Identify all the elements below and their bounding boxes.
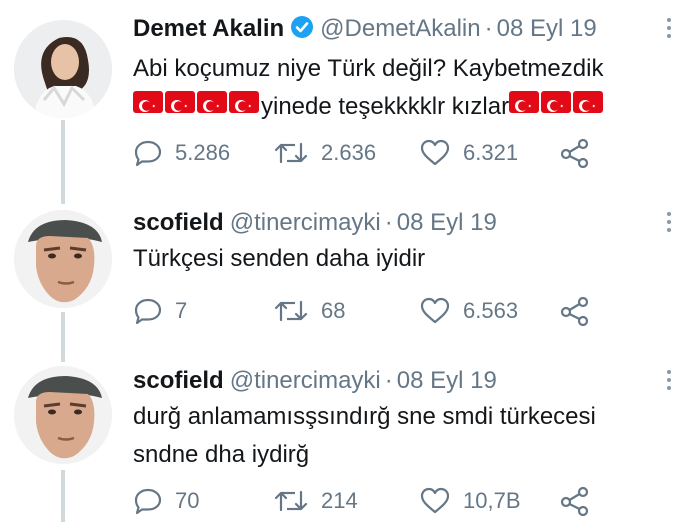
- share-icon: [559, 296, 591, 326]
- reply-button[interactable]: 70: [133, 484, 199, 518]
- separator: ·: [484, 15, 493, 42]
- tweet-actions: 7 68 6.563: [133, 294, 613, 328]
- display-name[interactable]: Demet Akalin: [133, 15, 284, 42]
- retweet-icon: [273, 486, 309, 516]
- tweet-text-line: Türkçesi senden daha iyidir: [133, 245, 426, 272]
- like-button[interactable]: 6.563: [419, 294, 518, 328]
- tweet-text-line: yinede teşekkkklr kızlar: [133, 88, 673, 126]
- retweet-count: 2.636: [321, 140, 377, 165]
- verified-badge-icon: [290, 15, 314, 49]
- turkish-flag-icon: [573, 91, 604, 113]
- like-count: 10,7B: [463, 488, 521, 513]
- like-count: 6.563: [463, 298, 519, 323]
- retweet-count: 68: [321, 298, 346, 323]
- display-name[interactable]: scofield: [133, 367, 224, 394]
- tweet-header: scofield @tinercimayki · 08 Eyl 19: [133, 364, 497, 398]
- tweet-text-fragment: yinede teşekkkklr kızlar: [261, 93, 510, 120]
- like-count: 6.321: [463, 140, 519, 165]
- like-icon: [419, 138, 451, 168]
- separator: ·: [384, 367, 393, 394]
- tweet-header: Demet Akalin @DemetAkalin · 08 Eyl 19: [133, 12, 597, 46]
- more-icon[interactable]: [666, 370, 672, 394]
- tweet-text: Türkçesi senden daha iyidir: [133, 240, 673, 278]
- turkish-flag-icon: [541, 91, 572, 113]
- like-icon: [419, 486, 451, 516]
- display-name[interactable]: scofield: [133, 209, 224, 236]
- share-button[interactable]: [559, 136, 591, 170]
- reply-icon: [133, 486, 163, 516]
- tweet-thread: Demet Akalin @DemetAkalin · 08 Eyl 19 Abi k…: [0, 0, 700, 522]
- turkish-flag-icon: [229, 91, 259, 113]
- share-icon: [559, 486, 591, 516]
- avatar[interactable]: [14, 366, 112, 464]
- like-icon: [419, 296, 451, 326]
- like-button[interactable]: 6.321: [419, 136, 518, 170]
- avatar[interactable]: [14, 210, 112, 308]
- tweet-text-line: sndne dha iydirğ: [133, 441, 310, 468]
- retweet-button[interactable]: 68: [273, 294, 345, 328]
- tweet-date[interactable]: 08 Eyl 19: [497, 15, 597, 42]
- tweet-text: durğ anlamamısşsındırğ sne smdi türkeces…: [133, 398, 673, 474]
- tweet-actions: 5.286 2.636 6.321: [133, 136, 613, 170]
- retweet-count: 214: [321, 488, 358, 513]
- like-button[interactable]: 10,7B: [419, 484, 521, 518]
- tweet-actions: 70 214 10,7B: [133, 484, 613, 518]
- reply-count: 70: [175, 488, 200, 513]
- retweet-icon: [273, 138, 309, 168]
- tweet-text-line: durğ anlamamısşsındırğ sne smdi türkeces…: [133, 403, 596, 430]
- retweet-icon: [273, 296, 309, 326]
- turkish-flag-icon: [509, 91, 540, 113]
- reply-icon: [133, 296, 163, 326]
- user-handle[interactable]: @DemetAkalin: [320, 15, 480, 42]
- tweet-header: scofield @tinercimayki · 08 Eyl 19: [133, 206, 497, 240]
- share-button[interactable]: [559, 484, 591, 518]
- separator: ·: [384, 209, 393, 236]
- tweet-date[interactable]: 08 Eyl 19: [397, 367, 497, 394]
- turkish-flag-icon: [197, 91, 227, 113]
- reply-icon: [133, 138, 163, 168]
- share-icon: [559, 138, 591, 168]
- tweet-text: Abi koçumuz niye Türk değil? Kaybetmezdi…: [133, 50, 673, 126]
- reply-count: 5.286: [175, 140, 231, 165]
- reply-count: 7: [175, 298, 188, 323]
- user-handle[interactable]: @tinercimayki: [230, 367, 381, 394]
- retweet-button[interactable]: 2.636: [273, 136, 376, 170]
- more-icon[interactable]: [666, 212, 672, 236]
- retweet-button[interactable]: 214: [273, 484, 358, 518]
- turkish-flag-icon: [165, 91, 195, 113]
- turkish-flag-icon: [133, 91, 163, 113]
- tweet-text-line: Abi koçumuz niye Türk değil? Kaybetmezdi…: [133, 55, 604, 82]
- tweet[interactable]: scofield @tinercimayki · 08 Eyl 19 durğ anl…: [0, 356, 700, 522]
- avatar[interactable]: [14, 20, 112, 118]
- reply-button[interactable]: 5.286: [133, 136, 230, 170]
- more-icon[interactable]: [666, 18, 672, 42]
- tweet[interactable]: scofield @tinercimayki · 08 Eyl 19 Türkçesi…: [0, 200, 700, 350]
- reply-button[interactable]: 7: [133, 294, 187, 328]
- user-handle[interactable]: @tinercimayki: [230, 209, 381, 236]
- share-button[interactable]: [559, 294, 591, 328]
- tweet-date[interactable]: 08 Eyl 19: [397, 209, 497, 236]
- tweet[interactable]: Demet Akalin @DemetAkalin · 08 Eyl 19 Abi k…: [0, 0, 700, 190]
